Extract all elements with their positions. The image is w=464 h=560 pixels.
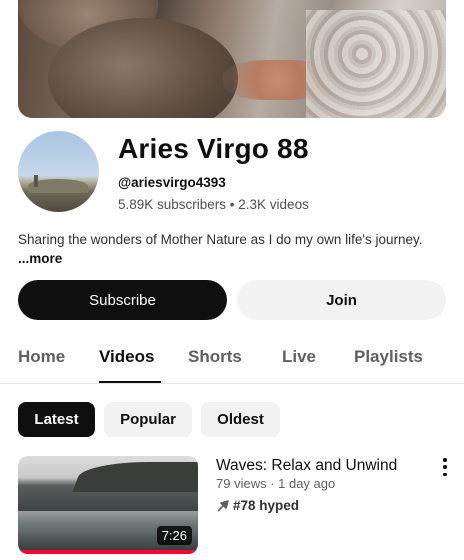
channel-tabs: Home Videos Shorts Live Playlists: [0, 330, 464, 384]
chip-oldest[interactable]: Oldest: [201, 402, 280, 437]
tab-videos[interactable]: Videos: [99, 347, 154, 367]
thumbnail-cliff-shape: [72, 462, 198, 492]
video-thumbnail[interactable]: 7:26: [18, 456, 198, 554]
watch-progress-bar: [18, 550, 198, 554]
hype-icon: [217, 499, 229, 512]
more-options-icon[interactable]: [438, 458, 452, 476]
video-meta: 79 views · 1 day ago: [216, 476, 336, 491]
subscribe-button[interactable]: Subscribe: [18, 280, 227, 320]
banner-stones-shape: [306, 10, 446, 118]
video-hype-text: #78 hyped: [233, 498, 300, 513]
avatar-tower-shape: [34, 175, 38, 187]
video-duration: 7:26: [156, 526, 192, 545]
tab-live[interactable]: Live: [282, 347, 316, 367]
video-hype-badge: #78 hyped: [216, 498, 299, 513]
tab-home[interactable]: Home: [18, 347, 65, 367]
tab-playlists[interactable]: Playlists: [354, 347, 423, 367]
channel-banner: [18, 0, 446, 118]
channel-description[interactable]: Sharing the wonders of Mother Nature as …: [18, 230, 438, 268]
description-text: Sharing the wonders of Mother Nature as …: [18, 232, 423, 247]
join-button[interactable]: Join: [237, 280, 446, 320]
chip-popular[interactable]: Popular: [104, 402, 192, 437]
channel-handle: @ariesvirgo4393: [118, 175, 226, 190]
channel-avatar[interactable]: [18, 131, 99, 212]
chip-latest[interactable]: Latest: [18, 402, 95, 437]
active-tab-indicator: [99, 381, 161, 383]
channel-name: Aries Virgo 88: [118, 133, 309, 164]
video-title[interactable]: Waves: Relax and Unwind: [216, 457, 397, 475]
description-more-link[interactable]: ...more: [18, 251, 62, 266]
tab-shorts[interactable]: Shorts: [188, 347, 242, 367]
channel-stats: 5.89K subscribers • 2.3K videos: [118, 197, 309, 212]
